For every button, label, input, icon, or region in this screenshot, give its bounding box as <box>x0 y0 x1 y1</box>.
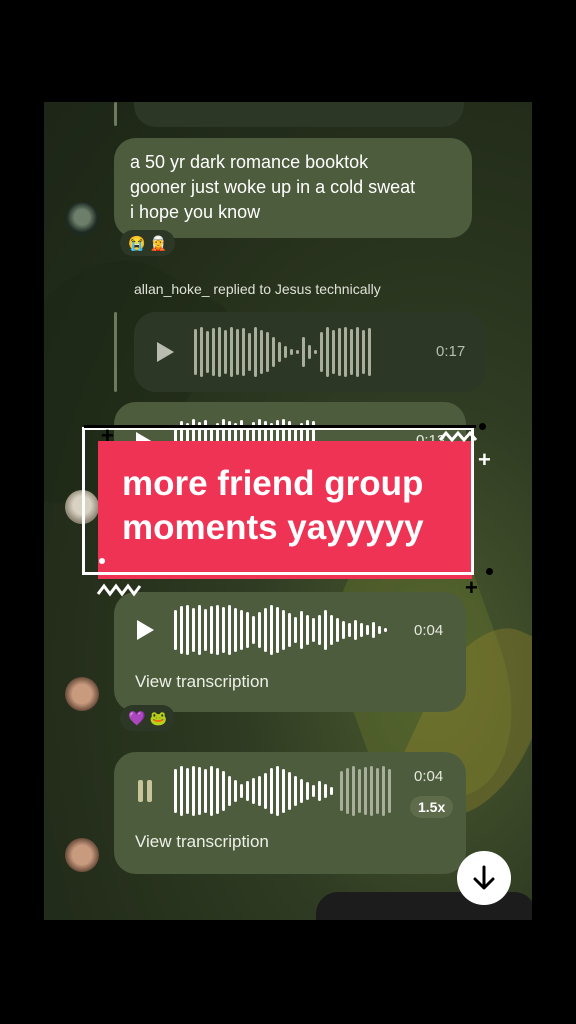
play-icon[interactable] <box>137 620 154 640</box>
audio-waveform <box>194 327 371 377</box>
arrow-down-icon <box>473 865 495 890</box>
dot-decoration <box>486 568 493 575</box>
plus-decoration: + <box>101 423 114 448</box>
scroll-to-bottom-button[interactable] <box>457 851 511 905</box>
reply-header: allan_hoke_ replied to Jesus technically <box>134 281 381 297</box>
message-text: a 50 yr dark romance booktok gooner just… <box>130 152 416 222</box>
reaction-emoji: 💜 <box>128 709 146 726</box>
caption-text: more friend group moments yayyyyy <box>122 464 424 547</box>
avatar[interactable] <box>65 677 99 711</box>
text-message-bubble[interactable]: a 50 yr dark romance booktok gooner just… <box>114 138 472 238</box>
audio-waveform-unplayed <box>340 766 391 816</box>
voice-message-bubble[interactable] <box>134 102 464 127</box>
pause-icon[interactable] <box>138 780 152 802</box>
duration-label: 0:04 <box>414 622 444 639</box>
reply-reference-line <box>114 312 117 392</box>
zigzag-decoration <box>438 430 478 443</box>
dot-decoration <box>479 423 486 430</box>
duration-label: 0:17 <box>436 343 466 360</box>
view-transcription-link[interactable]: View transcription <box>135 672 269 692</box>
dot-decoration <box>99 558 105 564</box>
replied-voice-message[interactable]: 0:17 <box>134 312 486 392</box>
avatar[interactable] <box>65 838 99 872</box>
reaction-emoji: 🐸 <box>149 709 167 726</box>
avatar[interactable] <box>65 202 99 236</box>
duration-label: 0:04 <box>414 768 444 785</box>
audio-waveform <box>174 766 333 816</box>
plus-decoration: + <box>478 447 491 472</box>
audio-waveform <box>194 102 251 122</box>
view-transcription-link[interactable]: View transcription <box>135 832 269 852</box>
zigzag-decoration <box>96 583 142 597</box>
reaction-emoji: 🧝 <box>149 234 167 251</box>
caption-overlay-frame-accent <box>84 425 476 438</box>
message-reactions[interactable]: 😭 🧝 <box>120 230 175 256</box>
audio-waveform <box>174 605 387 655</box>
reply-reference-line <box>114 102 117 126</box>
plus-decoration: + <box>465 575 478 600</box>
voice-message-bubble[interactable]: 0:04 View transcription <box>114 592 466 712</box>
voice-message-bubble[interactable]: 0:04 1.5x View transcription <box>114 752 466 874</box>
play-icon[interactable] <box>157 342 174 362</box>
message-reactions[interactable]: 💜 🐸 <box>120 705 175 731</box>
reaction-emoji: 😭 <box>128 234 146 251</box>
playback-speed-button[interactable]: 1.5x <box>410 796 454 818</box>
